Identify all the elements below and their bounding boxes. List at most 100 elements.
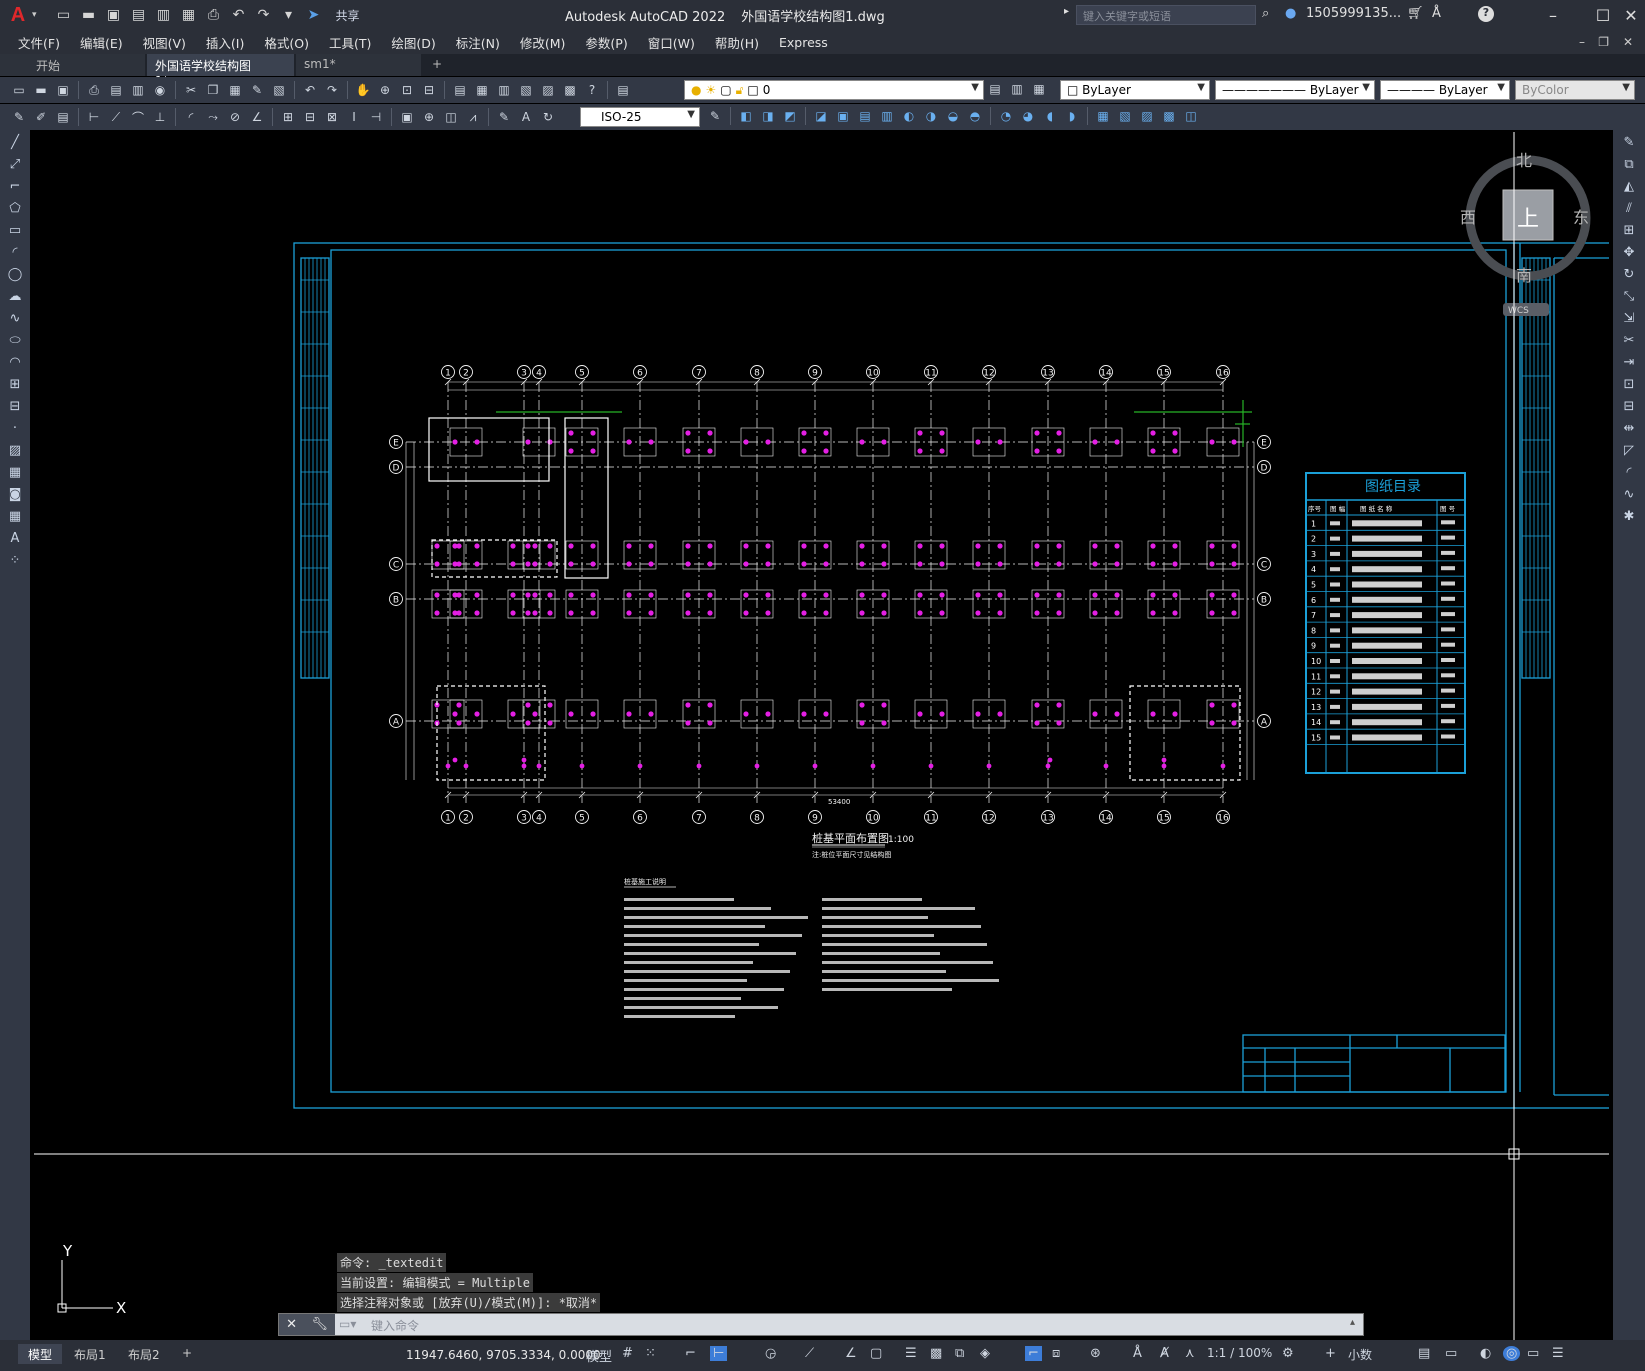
break-point-icon[interactable]: ⊡ (1618, 374, 1640, 394)
offset-icon[interactable]: ⫽ (1618, 198, 1640, 218)
3d-osnap-icon[interactable]: ◈ (980, 1346, 990, 1361)
transparency-icon[interactable]: ▩ (930, 1346, 942, 1361)
insert-block-icon[interactable]: ⊞ (4, 374, 26, 394)
point-icon[interactable]: · (4, 418, 26, 438)
command-history-arrow-icon[interactable]: ▴ (1350, 1317, 1355, 1328)
jogged-linear-icon[interactable]: ⩘ (464, 108, 482, 126)
paste-icon[interactable]: ▦ (226, 81, 244, 99)
color-dropdown[interactable]: □ ByLayer ▼ (1060, 80, 1210, 100)
zoom-realtime-icon[interactable]: ⊕ (376, 81, 394, 99)
menu-window[interactable]: 窗口(W) (648, 33, 695, 52)
tool-palettes-icon[interactable]: ▥ (495, 81, 513, 99)
model-space-toggle[interactable]: 模型 (586, 1346, 612, 1365)
undo-icon[interactable]: ↶ (230, 6, 248, 24)
viewcube-south[interactable]: 南 (1516, 266, 1532, 285)
revision-cloud-icon[interactable]: ☁ (4, 286, 26, 306)
circle-icon[interactable]: ◯ (4, 264, 26, 284)
move-faces-icon[interactable]: ▣ (834, 107, 852, 125)
help-icon[interactable]: ? (583, 81, 601, 99)
trim-icon[interactable]: ✂ (1618, 330, 1640, 350)
annotation-monitor-icon[interactable]: + (1325, 1346, 1336, 1361)
units-value[interactable]: 小数 (1348, 1346, 1372, 1363)
copy-icon[interactable]: ❐ (204, 81, 222, 99)
sheet-set-icon[interactable]: ▧ (517, 81, 535, 99)
join-icon[interactable]: ⇹ (1618, 418, 1640, 438)
tab-sm1[interactable]: sm1* (296, 54, 421, 76)
angular-dim-icon[interactable]: ∠ (248, 108, 266, 126)
redo-icon[interactable]: ↷ (323, 81, 341, 99)
wcs-label[interactable]: WCS (1508, 306, 1529, 316)
menu-modify[interactable]: 修改(M) (520, 33, 566, 52)
search-expand-icon[interactable]: ▸ (1064, 6, 1069, 17)
extract-edges-icon[interactable]: ▧ (1116, 107, 1134, 125)
spline-icon[interactable]: ∿ (4, 308, 26, 328)
fillet-icon[interactable]: ◜ (1618, 462, 1640, 482)
tab-start[interactable]: 开始 (0, 54, 145, 76)
menu-edit[interactable]: 编辑(E) (80, 33, 123, 52)
annotation-scale-value[interactable]: 1:1 / 100% (1207, 1346, 1272, 1360)
tab-drawing-active[interactable]: 外国语学校结构图1*✕ (147, 54, 294, 88)
3d-print-icon[interactable]: ◉ (151, 81, 169, 99)
gizmo-icon[interactable]: ⊛ (1090, 1346, 1101, 1361)
web-mobile-icon[interactable]: ▦ (180, 6, 198, 24)
move-icon[interactable]: ✥ (1618, 242, 1640, 262)
linetype-dropdown[interactable]: ——————— ByLayer ▼ (1215, 80, 1375, 100)
shell-icon[interactable]: ◗ (1063, 107, 1081, 125)
customize-statusbar-icon[interactable]: ☰ (1552, 1346, 1564, 1361)
lineweight-dropdown[interactable]: ———— ByLayer ▼ (1380, 80, 1510, 100)
cart-icon[interactable]: 🛒︎ (1407, 6, 1424, 21)
add-layout-icon[interactable]: + (172, 1344, 202, 1364)
save-icon[interactable]: ▣ (105, 6, 123, 24)
erase-icon[interactable]: ✎ (1618, 132, 1640, 152)
object-snap-tracking-icon[interactable]: ∠ (845, 1346, 857, 1361)
polygon-icon[interactable]: ⬠ (4, 198, 26, 218)
taper-faces-icon[interactable]: ◑ (922, 107, 940, 125)
make-current-icon[interactable]: ▤ (986, 80, 1004, 98)
quick-dim-icon[interactable]: ⊞ (279, 108, 297, 126)
region-icon[interactable]: ◙ (4, 484, 26, 504)
save-icon[interactable]: ▣ (54, 81, 72, 99)
color-faces-icon[interactable]: ◓ (966, 107, 984, 125)
snap-icon[interactable]: ⁙ (645, 1346, 656, 1361)
viewcube-north[interactable]: 北 (1516, 151, 1532, 170)
layout-tab-model[interactable]: 模型 (18, 1344, 63, 1364)
ortho-icon[interactable]: ⊢ (710, 1346, 728, 1361)
layer-state-icon[interactable]: ▦ (1030, 80, 1048, 98)
selection-cycling-icon[interactable]: ⧉ (955, 1346, 964, 1361)
layout-tab-1[interactable]: 布局1 (64, 1344, 116, 1364)
infer-constraints-icon[interactable]: ⌐ (685, 1346, 696, 1361)
center-mark-icon[interactable]: ⊕ (420, 108, 438, 126)
hatch-icon[interactable]: ▨ (4, 440, 26, 460)
plotstyle-dropdown[interactable]: ByColor ▼ (1515, 80, 1635, 100)
layer-previous-icon[interactable]: ▥ (1008, 80, 1026, 98)
mtext-icon[interactable]: A (4, 528, 26, 548)
share-icon[interactable]: ➤ (305, 6, 323, 24)
dim-style-manager-icon[interactable]: ✎ (706, 107, 724, 125)
quick-properties-icon[interactable]: ▤ (1418, 1346, 1430, 1361)
help-icon[interactable]: ? (1478, 6, 1494, 22)
app-menu-arrow-icon[interactable]: ▾ (32, 10, 37, 20)
undo-icon[interactable]: ↶ (301, 81, 319, 99)
selection-filter-icon[interactable]: ⧈ (1052, 1346, 1060, 1361)
pan-icon[interactable]: ✋ (354, 81, 372, 99)
extend-icon[interactable]: ⇥ (1618, 352, 1640, 372)
annotation-visibility-icon[interactable]: Å (1133, 1346, 1142, 1361)
share-button[interactable]: 共享 (336, 7, 360, 24)
solid-edit-icon[interactable]: ◫ (1182, 107, 1200, 125)
doc-restore-icon[interactable]: ❐ (1598, 35, 1609, 49)
menu-express[interactable]: Express (779, 35, 828, 50)
copy-object-icon[interactable]: ⧉ (1618, 154, 1640, 174)
dim-break-icon[interactable]: ⊣ (367, 108, 385, 126)
blend-icon[interactable]: ∿ (1618, 484, 1640, 504)
scale-icon[interactable]: ⤡ (1618, 286, 1640, 306)
minimize-icon[interactable]: – (1540, 3, 1566, 27)
close-icon[interactable]: ✕ (1618, 3, 1644, 27)
text-edit-icon[interactable]: ✐ (32, 108, 50, 126)
annotation-icon[interactable]: ▤ (54, 108, 72, 126)
autocad-logo-icon[interactable]: A (6, 3, 30, 27)
save-as-icon[interactable]: ▤ (130, 6, 148, 24)
model-viewport[interactable]: 1 1 2 2 3 3 4 4 5 5 6 6 7 7 8 8 9 9 10 10 11 11 12 12 13 13 14 14 15… (34, 132, 1609, 1340)
auto-scale-icon[interactable]: Ⱥ (1160, 1346, 1169, 1361)
break-icon[interactable]: ⊟ (1618, 396, 1640, 416)
layer-dropdown[interactable]: ● ☀ ▢ 🔓︎ □ 0 ▼ (684, 80, 984, 100)
